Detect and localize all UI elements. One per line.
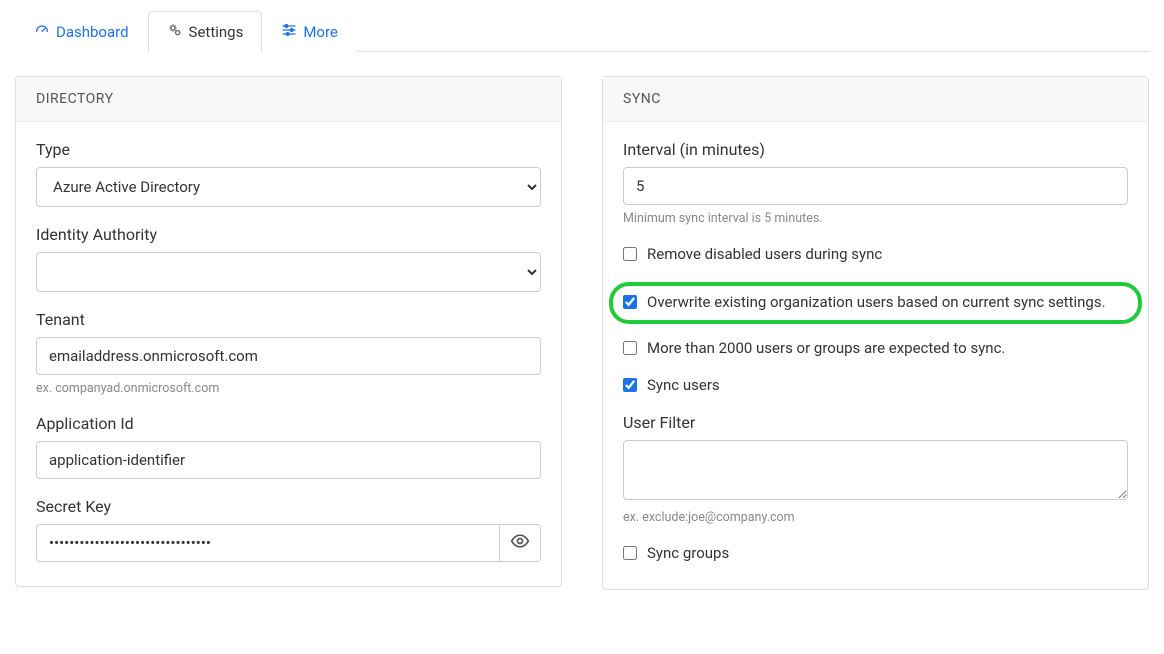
tab-settings-label: Settings xyxy=(189,23,244,41)
interval-hint: Minimum sync interval is 5 minutes. xyxy=(623,211,1128,226)
remove-disabled-checkbox[interactable] xyxy=(623,247,637,261)
interval-input[interactable] xyxy=(623,167,1128,205)
interval-label: Interval (in minutes) xyxy=(623,140,1128,159)
secret-input[interactable] xyxy=(36,524,499,562)
overwrite-highlight: Overwrite existing organization users ba… xyxy=(609,282,1142,324)
appid-input[interactable] xyxy=(36,441,541,479)
panel-sync: SYNC Interval (in minutes) Minimum sync … xyxy=(602,76,1149,590)
sync-groups-checkbox[interactable] xyxy=(623,546,637,560)
user-filter-hint: ex. exclude:joe@company.com xyxy=(623,510,1128,525)
tenant-input[interactable] xyxy=(36,337,541,375)
secret-label: Secret Key xyxy=(36,497,541,516)
eye-icon xyxy=(510,531,530,555)
gear-icon xyxy=(167,22,183,42)
tab-more[interactable]: More xyxy=(262,11,357,52)
appid-label: Application Id xyxy=(36,414,541,433)
tab-dashboard-label: Dashboard xyxy=(56,23,129,41)
tab-more-label: More xyxy=(303,23,338,41)
sliders-icon xyxy=(281,22,297,42)
panel-directory: DIRECTORY Type Azure Active Directory Id… xyxy=(15,76,562,587)
tab-dashboard[interactable]: Dashboard xyxy=(15,11,148,52)
more-than-2000-label: More than 2000 users or groups are expec… xyxy=(647,338,1005,360)
overwrite-checkbox[interactable] xyxy=(623,295,637,309)
tenant-label: Tenant xyxy=(36,310,541,329)
user-filter-textarea[interactable] xyxy=(623,440,1128,500)
overwrite-label: Overwrite existing organization users ba… xyxy=(647,292,1106,314)
panel-directory-title: DIRECTORY xyxy=(16,77,561,122)
tenant-hint: ex. companyad.onmicrosoft.com xyxy=(36,381,541,396)
tabs-bar: Dashboard Settings More xyxy=(15,10,1149,52)
identity-authority-label: Identity Authority xyxy=(36,225,541,244)
panel-sync-title: SYNC xyxy=(603,77,1148,122)
user-filter-label: User Filter xyxy=(623,413,1128,432)
sync-users-label: Sync users xyxy=(647,375,720,397)
tab-settings[interactable]: Settings xyxy=(148,11,263,52)
remove-disabled-label: Remove disabled users during sync xyxy=(647,244,882,266)
type-select[interactable]: Azure Active Directory xyxy=(36,167,541,207)
reveal-secret-button[interactable] xyxy=(499,524,541,562)
identity-authority-select[interactable] xyxy=(36,252,541,292)
sync-users-checkbox[interactable] xyxy=(623,378,637,392)
sync-groups-label: Sync groups xyxy=(647,543,729,565)
more-than-2000-checkbox[interactable] xyxy=(623,341,637,355)
tachometer-icon xyxy=(34,22,50,42)
type-label: Type xyxy=(36,140,541,159)
